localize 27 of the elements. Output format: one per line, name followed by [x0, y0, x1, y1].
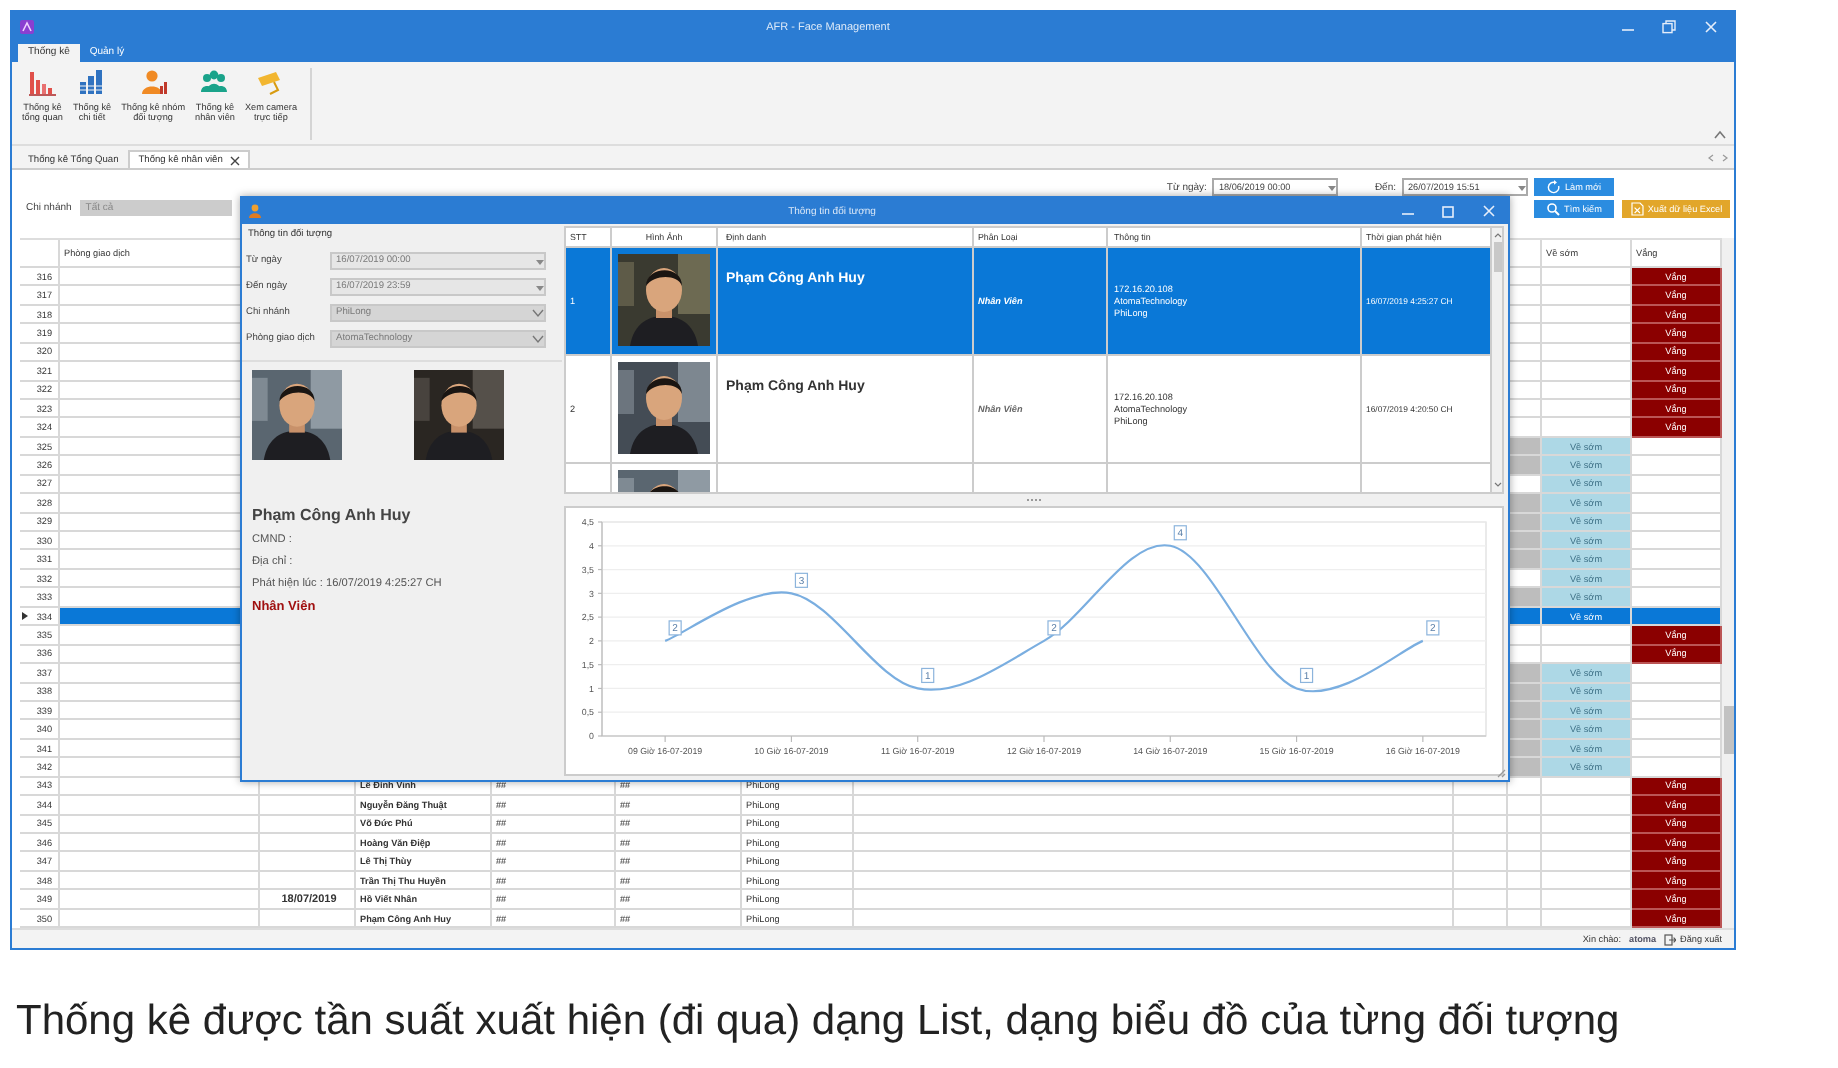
dropdown-icon — [1328, 183, 1337, 191]
dropdown-icon — [1518, 183, 1526, 191]
app-icon — [20, 20, 34, 34]
people-icon — [200, 68, 229, 96]
search-icon — [1546, 202, 1561, 216]
chevron-icon — [532, 334, 544, 344]
scrollbar[interactable] — [1722, 238, 1734, 928]
person-chart-icon — [139, 68, 168, 96]
scrollbar[interactable] — [1492, 228, 1502, 492]
bar-chart-icon — [78, 68, 107, 96]
collapse-icon[interactable] — [1714, 130, 1726, 140]
maximize-icon[interactable] — [1442, 205, 1454, 217]
resize-grip-icon[interactable] — [1496, 768, 1506, 778]
person-icon — [248, 204, 262, 218]
bar-chart-icon — [28, 68, 57, 96]
chevron-icon — [532, 308, 544, 318]
camera-icon — [256, 68, 285, 96]
restore-icon[interactable] — [1662, 20, 1676, 34]
caption-text: Thống kê được tần suất xuất hiện (đi qua) dạng List, dạng biểu đồ của từng đối tượng — [14, 998, 1622, 1046]
dropdown-icon — [536, 257, 544, 265]
document-icon — [1629, 202, 1644, 216]
logout-icon — [1664, 933, 1677, 945]
person-name: Phạm Công Anh Huy — [252, 506, 413, 524]
current-row-icon — [22, 612, 29, 620]
refresh-icon — [1546, 180, 1561, 194]
close-icon[interactable] — [230, 155, 241, 165]
dropdown-icon — [536, 283, 544, 291]
